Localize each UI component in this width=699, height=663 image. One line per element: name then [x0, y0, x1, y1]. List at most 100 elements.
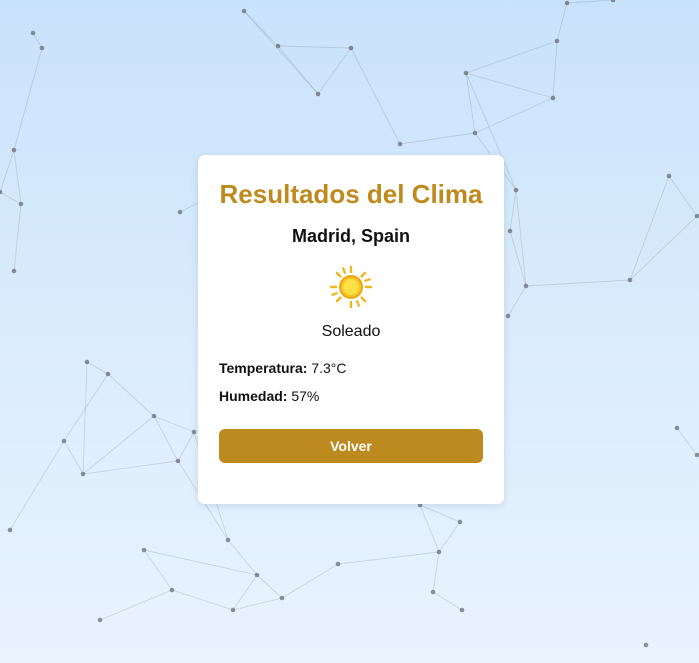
- network-node: [507, 228, 513, 234]
- weather-results-card: Resultados del Clima Madrid, Spain Solea…: [198, 155, 504, 504]
- network-node: [523, 283, 529, 289]
- network-node: [105, 371, 111, 377]
- weather-condition: Soleado: [321, 323, 381, 340]
- network-edge: [243, 10, 319, 95]
- network-edge: [32, 32, 43, 49]
- network-node: [627, 277, 633, 283]
- network-node: [191, 429, 197, 435]
- network-node: [11, 147, 17, 153]
- network-node: [61, 438, 67, 444]
- network-edge: [668, 175, 698, 217]
- network-edge: [629, 215, 698, 281]
- network-edge: [82, 460, 179, 475]
- humidity-row: Humedad: 57%: [219, 387, 483, 405]
- network-edge: [256, 574, 283, 599]
- network-node: [39, 45, 45, 51]
- network-node: [141, 547, 147, 553]
- page-title: Resultados del Clima: [219, 179, 483, 209]
- network-node: [18, 201, 24, 207]
- network-node: [175, 458, 181, 464]
- network-edge: [82, 361, 88, 475]
- network-edge: [566, 0, 614, 4]
- network-edge: [86, 361, 109, 375]
- network-node: [554, 38, 560, 44]
- network-node: [30, 30, 36, 36]
- network-edge: [507, 285, 527, 317]
- network-node: [11, 268, 17, 274]
- network-edge: [177, 431, 195, 462]
- network-edge: [63, 440, 84, 475]
- network-node: [80, 471, 86, 477]
- network-edge: [277, 45, 319, 95]
- network-edge: [676, 427, 698, 456]
- network-edge: [432, 551, 440, 593]
- humidity-value: 57%: [291, 388, 320, 404]
- network-node: [348, 45, 354, 51]
- network-node: [472, 130, 478, 136]
- network-edge: [171, 589, 234, 611]
- network-node: [463, 70, 469, 76]
- network-node: [230, 607, 236, 613]
- network-edge: [317, 47, 352, 95]
- network-edge: [9, 440, 65, 531]
- network-node: [97, 617, 103, 623]
- network-edge: [399, 132, 476, 145]
- network-edge: [465, 40, 558, 74]
- network-edge: [13, 47, 43, 151]
- network-node: [505, 313, 511, 319]
- network-edge: [99, 589, 173, 621]
- humidity-label: Humedad:: [219, 388, 288, 404]
- network-edge: [153, 415, 195, 433]
- network-node: [84, 359, 90, 365]
- network-node: [430, 589, 436, 595]
- network-edge: [153, 415, 179, 462]
- network-edge: [350, 47, 401, 145]
- temperature-label: Temperatura:: [219, 360, 308, 376]
- network-edge: [552, 40, 558, 99]
- network-node: [513, 187, 519, 193]
- network-edge: [525, 279, 631, 287]
- network-node: [674, 425, 680, 431]
- network-edge: [143, 549, 173, 591]
- network-edge: [438, 521, 461, 553]
- network-edge: [465, 72, 476, 134]
- network-node: [254, 572, 260, 578]
- network-edge: [515, 189, 527, 287]
- network-edge: [465, 72, 554, 99]
- network-node: [279, 595, 285, 601]
- network-node: [436, 549, 442, 555]
- network-edge: [556, 2, 568, 42]
- network-edge: [0, 191, 22, 205]
- network-node: [610, 0, 616, 3]
- network-node: [666, 173, 672, 179]
- network-edge: [281, 563, 339, 599]
- temperature-row: Temperatura: 7.3°C: [219, 359, 483, 377]
- network-node: [550, 95, 556, 101]
- network-edge: [107, 373, 155, 417]
- network-edge: [13, 203, 22, 272]
- network-node: [275, 43, 281, 49]
- network-node: [241, 8, 247, 14]
- network-node: [7, 527, 13, 533]
- network-edge: [277, 45, 352, 49]
- network-edge: [509, 189, 517, 232]
- network-edge: [0, 149, 15, 193]
- network-edge: [143, 549, 258, 576]
- network-edge: [13, 149, 22, 205]
- network-node: [151, 413, 157, 419]
- location-name: Madrid, Spain: [291, 226, 410, 246]
- network-node: [177, 209, 183, 215]
- network-edge: [474, 97, 554, 134]
- network-node: [335, 561, 341, 567]
- temperature-value: 7.3°C: [311, 360, 347, 376]
- network-node: [169, 587, 175, 593]
- network-edge: [337, 551, 440, 565]
- network-node: [225, 537, 231, 543]
- network-node: [643, 642, 649, 648]
- network-node: [564, 0, 570, 6]
- network-edge: [509, 230, 527, 287]
- network-node: [397, 141, 403, 147]
- network-edge: [629, 175, 670, 281]
- back-button[interactable]: Volver: [219, 429, 483, 463]
- sun-icon: [329, 265, 373, 309]
